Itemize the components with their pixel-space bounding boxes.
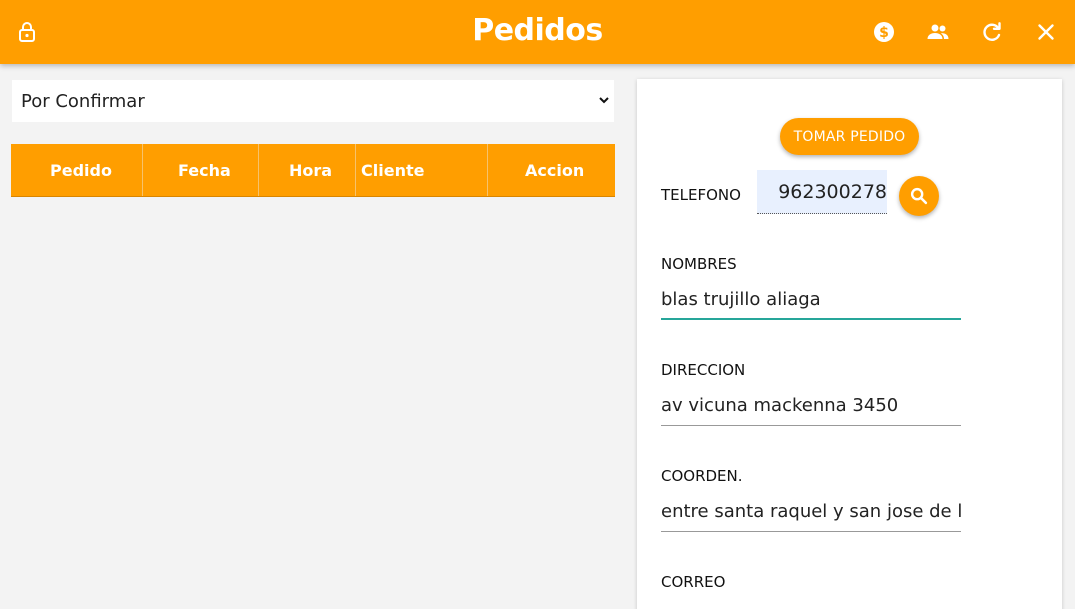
search-button[interactable] <box>899 176 939 216</box>
address-input[interactable]: av vicuna mackenna 3450 <box>661 386 961 426</box>
chevron-down-icon <box>599 97 609 104</box>
people-icon[interactable] <box>926 20 950 44</box>
column-header-hora[interactable]: Hora <box>259 144 356 196</box>
order-form-panel: TOMAR PEDIDO TELEFONO 962300278 NOMBRES … <box>637 79 1062 609</box>
column-header-cliente[interactable]: Cliente <box>356 144 488 196</box>
phone-input[interactable]: 962300278 <box>757 170 887 214</box>
status-filter-select[interactable]: Por Confirmar <box>12 80 614 122</box>
refresh-icon[interactable] <box>980 20 1004 44</box>
coords-input[interactable]: entre santa raquel y san jose de la <box>661 492 961 532</box>
page-title: Pedidos <box>472 13 603 48</box>
email-label: CORREO <box>661 573 726 591</box>
column-header-accion[interactable]: Accion <box>488 144 615 196</box>
svg-text:$: $ <box>879 25 889 41</box>
address-label: DIRECCION <box>661 361 746 379</box>
names-input[interactable]: blas trujillo aliaga <box>661 280 961 320</box>
close-icon[interactable] <box>1034 20 1058 44</box>
status-filter-value: Por Confirmar <box>21 90 145 112</box>
column-header-pedido[interactable]: Pedido <box>11 144 143 196</box>
names-label: NOMBRES <box>661 255 737 273</box>
coords-label: COORDEN. <box>661 467 743 485</box>
search-icon <box>910 187 928 205</box>
column-header-fecha[interactable]: Fecha <box>143 144 259 196</box>
dollar-icon[interactable]: $ <box>872 20 896 44</box>
take-order-button[interactable]: TOMAR PEDIDO <box>780 118 919 155</box>
orders-table-header: Pedido Fecha Hora Cliente Accion <box>11 144 615 197</box>
app-header: Pedidos $ <box>0 0 1075 64</box>
phone-label: TELEFONO <box>661 186 741 204</box>
